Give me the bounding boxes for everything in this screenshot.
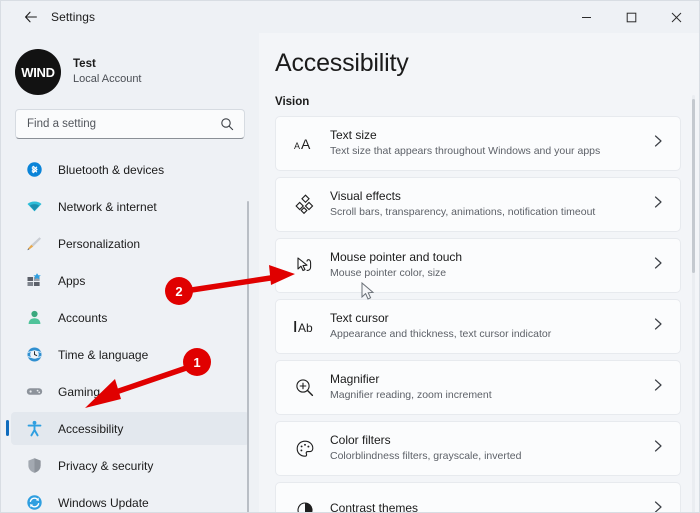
sidebar-item-label: Privacy & security bbox=[58, 458, 154, 473]
settings-card-magnifier[interactable]: Magnifier Magnifier reading, zoom increm… bbox=[275, 360, 681, 415]
visual-effects-icon bbox=[292, 193, 318, 216]
contrast-themes-icon bbox=[292, 499, 318, 512]
annotation-badge-2: 2 bbox=[165, 277, 193, 305]
accessibility-person-icon bbox=[25, 420, 43, 438]
card-subtitle: Colorblindness filters, grayscale, inver… bbox=[330, 450, 522, 463]
settings-card-contrast-themes[interactable]: Contrast themes bbox=[275, 482, 681, 512]
apps-grid-icon bbox=[25, 272, 43, 290]
card-title: Mouse pointer and touch bbox=[330, 249, 463, 264]
main-content: Accessibility Vision A A Text size Text … bbox=[259, 33, 699, 512]
card-title: Visual effects bbox=[330, 188, 401, 203]
search-wrapper bbox=[1, 97, 259, 139]
paintbrush-icon bbox=[25, 235, 43, 253]
magnifier-icon bbox=[292, 377, 318, 399]
update-refresh-icon bbox=[25, 494, 43, 512]
chevron-right-icon bbox=[652, 134, 668, 153]
svg-text:Ab: Ab bbox=[298, 321, 313, 335]
sidebar-nav: Bluetooth & devices Network & internet P… bbox=[1, 153, 259, 512]
account-name: Test bbox=[73, 58, 96, 71]
card-subtitle: Appearance and thickness, text cursor in… bbox=[330, 328, 552, 341]
title-bar: Settings bbox=[1, 1, 699, 33]
sidebar-item-label: Network & internet bbox=[58, 199, 157, 214]
section-title-vision: Vision bbox=[275, 96, 310, 108]
card-title: Color filters bbox=[330, 432, 391, 447]
card-text: Color filters Colorblindness filters, gr… bbox=[330, 433, 652, 464]
chevron-right-icon bbox=[652, 317, 668, 336]
minimize-icon bbox=[582, 16, 591, 18]
sidebar-item-label: Apps bbox=[58, 273, 86, 288]
card-subtitle: Mouse pointer color, size bbox=[330, 267, 447, 280]
card-text: Contrast themes bbox=[330, 501, 652, 512]
settings-card-color-filters[interactable]: Color filters Colorblindness filters, gr… bbox=[275, 421, 681, 476]
main-scrollbar-thumb[interactable] bbox=[692, 99, 695, 273]
chevron-right-icon bbox=[652, 195, 668, 214]
annotation-badge-1: 1 bbox=[183, 348, 211, 376]
sidebar-item-privacy-security[interactable]: Privacy & security bbox=[11, 449, 249, 482]
card-text: Visual effects Scroll bars, transparency… bbox=[330, 189, 652, 220]
shield-icon bbox=[25, 457, 43, 475]
svg-text:A: A bbox=[294, 141, 300, 151]
sidebar-item-label: Personalization bbox=[58, 236, 141, 251]
mouse-cursor-pointer bbox=[361, 282, 375, 300]
maximize-icon bbox=[626, 12, 637, 22]
card-title: Magnifier bbox=[330, 371, 380, 386]
close-icon bbox=[671, 12, 682, 22]
account-card[interactable]: WIND Test Local Account bbox=[1, 33, 259, 97]
text-size-aa-icon: A A bbox=[292, 134, 318, 154]
bluetooth-icon bbox=[25, 161, 43, 179]
wifi-icon bbox=[25, 198, 43, 216]
card-title: Text size bbox=[330, 127, 377, 142]
sidebar-item-bluetooth-devices[interactable]: Bluetooth & devices bbox=[11, 153, 249, 186]
sidebar-scrollbar[interactable] bbox=[247, 201, 249, 512]
settings-card-list: A A Text size Text size that appears thr… bbox=[259, 116, 699, 512]
sidebar-item-network-internet[interactable]: Network & internet bbox=[11, 190, 249, 223]
sidebar-item-windows-update[interactable]: Windows Update bbox=[11, 486, 249, 512]
settings-card-visual-effects[interactable]: Visual effects Scroll bars, transparency… bbox=[275, 177, 681, 232]
search-icon bbox=[220, 117, 244, 131]
card-text: Magnifier Magnifier reading, zoom increm… bbox=[330, 372, 652, 403]
sidebar-item-label: Windows Update bbox=[58, 495, 149, 510]
settings-card-text-cursor[interactable]: Ab Text cursor Appearance and thickness,… bbox=[275, 299, 681, 354]
chevron-right-icon bbox=[652, 378, 668, 397]
text-cursor-ab-icon: Ab bbox=[292, 317, 318, 337]
card-title: Contrast themes bbox=[330, 500, 419, 512]
sidebar-item-label: Bluetooth & devices bbox=[58, 162, 165, 177]
settings-window: Settings WIND Test Local Account Find a … bbox=[0, 0, 700, 513]
card-subtitle: Magnifier reading, zoom increment bbox=[330, 389, 492, 402]
card-subtitle: Scroll bars, transparency, animations, n… bbox=[330, 206, 596, 219]
back-arrow-icon bbox=[25, 11, 37, 23]
chevron-right-icon bbox=[652, 439, 668, 458]
account-subtitle: Local Account bbox=[73, 72, 142, 85]
card-text: Text cursor Appearance and thickness, te… bbox=[330, 311, 652, 342]
person-icon bbox=[25, 309, 43, 327]
sidebar-item-label: Accessibility bbox=[58, 421, 124, 436]
account-text: Test Local Account bbox=[73, 57, 142, 86]
window-title: Settings bbox=[51, 10, 96, 24]
page-title: Accessibility bbox=[275, 49, 409, 77]
search-input[interactable] bbox=[16, 118, 220, 130]
card-text: Mouse pointer and touch Mouse pointer co… bbox=[330, 250, 652, 281]
card-title: Text cursor bbox=[330, 310, 389, 325]
window-controls bbox=[564, 1, 699, 33]
search-box[interactable] bbox=[15, 109, 245, 139]
sidebar-item-label: Accounts bbox=[58, 310, 108, 325]
sidebar-item-accessibility[interactable]: Accessibility bbox=[6, 412, 249, 445]
minimize-button[interactable] bbox=[564, 1, 609, 33]
close-button[interactable] bbox=[654, 1, 699, 33]
back-button[interactable] bbox=[15, 3, 47, 31]
settings-card-text-size[interactable]: A A Text size Text size that appears thr… bbox=[275, 116, 681, 171]
clock-globe-icon bbox=[25, 346, 43, 364]
gamepad-icon bbox=[25, 383, 43, 401]
chevron-right-icon bbox=[652, 256, 668, 275]
maximize-button[interactable] bbox=[609, 1, 654, 33]
chevron-right-icon bbox=[652, 500, 668, 512]
svg-text:A: A bbox=[301, 136, 311, 152]
color-palette-icon bbox=[292, 438, 318, 460]
sidebar-item-personalization[interactable]: Personalization bbox=[11, 227, 249, 260]
card-subtitle: Text size that appears throughout Window… bbox=[330, 145, 601, 158]
settings-card-mouse-pointer-and-touch[interactable]: Mouse pointer and touch Mouse pointer co… bbox=[275, 238, 681, 293]
card-text: Text size Text size that appears through… bbox=[330, 128, 652, 159]
avatar: WIND bbox=[15, 49, 61, 95]
